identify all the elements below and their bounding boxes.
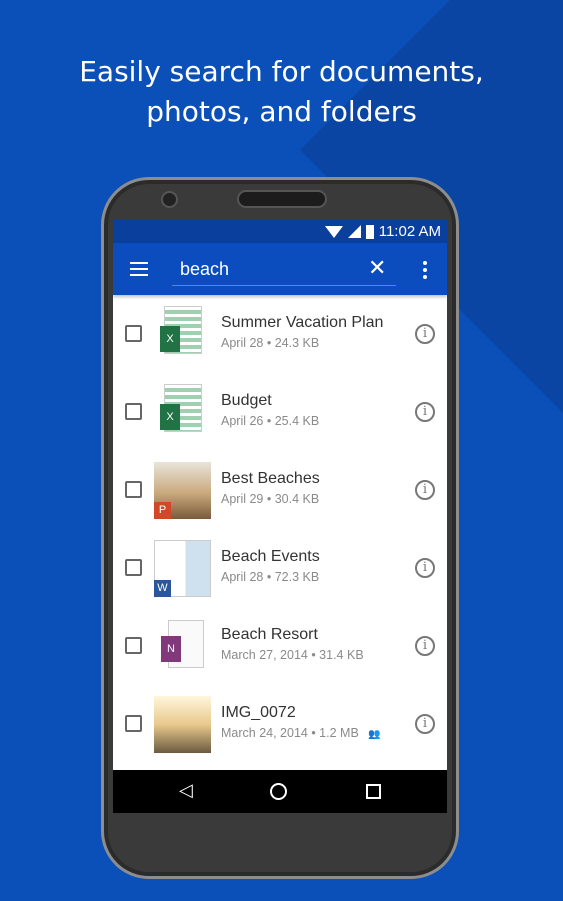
checkbox[interactable] (125, 715, 142, 732)
file-name: IMG_0072 (221, 704, 296, 721)
info-icon[interactable]: i (415, 324, 435, 344)
file-meta: March 27, 2014 • 31.4 KB (221, 648, 364, 662)
navigation-bar: ◁ (113, 770, 447, 813)
status-time: 11:02 AM (378, 223, 441, 240)
info-icon[interactable]: i (415, 402, 435, 422)
onenote-icon: N (161, 636, 181, 662)
file-thumbnail: W (154, 540, 211, 597)
file-name: Summer Vacation Plan (221, 314, 384, 331)
home-icon[interactable] (270, 783, 287, 800)
excel-icon: X (160, 404, 180, 430)
file-thumbnail: N (154, 618, 211, 675)
shared-icon: 👥 (368, 729, 381, 740)
file-meta-text: April 26 • 25.4 KB (221, 414, 320, 428)
info-icon[interactable]: i (415, 636, 435, 656)
word-icon: W (154, 580, 171, 597)
wifi-icon (324, 225, 343, 238)
phone-screen: 11:02 AM beach ✕ X Summer Vacation Plan Ap… (113, 220, 447, 813)
excel-icon: X (160, 326, 180, 352)
file-thumbnail: X (154, 306, 211, 363)
file-meta-text: April 29 • 30.4 KB (221, 492, 320, 506)
toolbar: beach ✕ (113, 243, 447, 295)
list-item[interactable]: X Budget April 26 • 25.4 KB i (113, 373, 447, 451)
file-meta-text: April 28 • 72.3 KB (221, 570, 320, 584)
file-meta: March 24, 2014 • 1.2 MB 👥 (221, 726, 381, 740)
search-input[interactable]: beach (172, 251, 396, 286)
checkbox[interactable] (125, 637, 142, 654)
list-item[interactable]: W Beach Events April 28 • 72.3 KB i (113, 529, 447, 607)
signal-icon (347, 225, 361, 238)
checkbox[interactable] (125, 481, 142, 498)
file-list: X Summer Vacation Plan April 28 • 24.3 KB i… (113, 295, 447, 763)
checkbox[interactable] (125, 403, 142, 420)
back-icon[interactable]: ◁ (179, 780, 193, 801)
list-item[interactable]: P Best Beaches April 29 • 30.4 KB i (113, 451, 447, 529)
status-bar: 11:02 AM (113, 220, 447, 243)
recents-icon[interactable] (366, 784, 381, 799)
checkbox[interactable] (125, 559, 142, 576)
camera (161, 191, 178, 208)
powerpoint-icon: P (154, 502, 171, 519)
file-meta-text: March 27, 2014 • 31.4 KB (221, 648, 364, 662)
battery-icon (365, 224, 374, 239)
headline: Easily search for documents, photos, and … (0, 52, 563, 132)
file-thumbnail (154, 696, 211, 753)
checkbox[interactable] (125, 325, 142, 342)
file-meta: April 26 • 25.4 KB (221, 414, 319, 428)
info-icon[interactable]: i (415, 558, 435, 578)
file-name: Beach Resort (221, 626, 318, 643)
list-item[interactable]: N Beach Resort March 27, 2014 • 31.4 KB i (113, 607, 447, 685)
file-meta: April 29 • 30.4 KB (221, 492, 319, 506)
more-options-icon[interactable] (423, 261, 427, 282)
file-name: Beach Events (221, 548, 320, 565)
clear-icon[interactable]: ✕ (368, 255, 386, 281)
speaker (237, 190, 327, 208)
menu-icon[interactable] (130, 262, 148, 276)
info-icon[interactable]: i (415, 480, 435, 500)
file-name: Best Beaches (221, 470, 320, 487)
file-meta-text: March 24, 2014 • 1.2 MB (221, 726, 359, 740)
file-meta-text: April 28 • 24.3 KB (221, 336, 320, 350)
file-name: Budget (221, 392, 272, 409)
file-meta: April 28 • 72.3 KB (221, 570, 319, 584)
file-thumbnail: X (154, 384, 211, 441)
headline-line-2: photos, and folders (146, 95, 417, 128)
list-item[interactable]: X Summer Vacation Plan April 28 • 24.3 KB i (113, 295, 447, 373)
list-item[interactable]: IMG_0072 March 24, 2014 • 1.2 MB 👥 i (113, 685, 447, 763)
info-icon[interactable]: i (415, 714, 435, 734)
file-meta: April 28 • 24.3 KB (221, 336, 319, 350)
headline-line-1: Easily search for documents, (79, 55, 484, 88)
file-thumbnail: P (154, 462, 211, 519)
